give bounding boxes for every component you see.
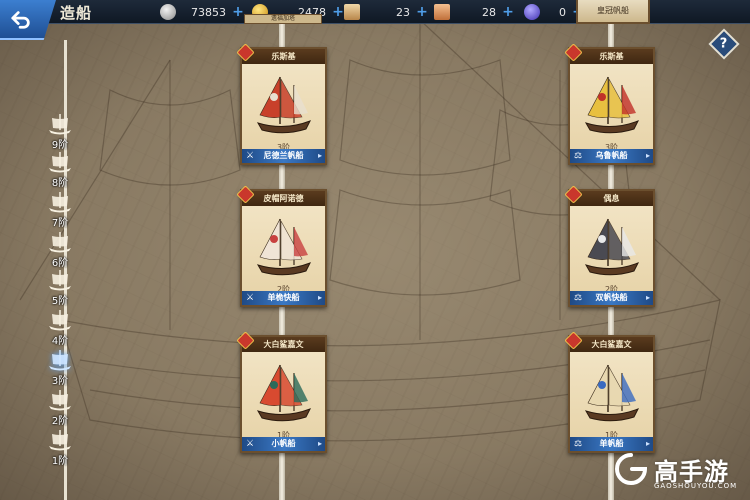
resource-gem: 0 + xyxy=(524,3,584,21)
ship-card[interactable]: 大白鲨嘉文 1阶 ⚔ 小帆船 ▸ xyxy=(236,331,327,453)
resource-scroll: 23 + xyxy=(344,3,428,21)
ship-card-partial-right[interactable]: 皇冠帆船 xyxy=(576,0,650,24)
add-map-button[interactable]: + xyxy=(502,4,514,20)
ship-card-partial-left[interactable]: 遗福加塔 xyxy=(244,14,322,24)
captain-name: 乐斯基 xyxy=(242,49,325,64)
scales-icon: ⚖ xyxy=(573,151,583,161)
captain-name: 乐斯基 xyxy=(570,49,653,64)
swords-icon: ⚔ xyxy=(245,293,255,303)
ship-tier-icon xyxy=(49,114,71,135)
ship-name: 乌鲁帆船 xyxy=(595,151,628,160)
tier-label: 5阶 xyxy=(51,296,69,307)
swords-icon: ⚔ xyxy=(245,439,255,449)
captain-name: 偶息 xyxy=(570,191,653,206)
arrow-right-icon: ▸ xyxy=(317,293,322,302)
ship-tier-icon xyxy=(49,270,71,291)
tier-7[interactable]: 7阶 xyxy=(42,190,78,232)
ship-card[interactable]: 皮帽阿诺德 2阶 ⚔ 单桅快船 ▸ xyxy=(236,185,327,307)
map-icon xyxy=(434,4,450,20)
tier-label: 8阶 xyxy=(51,178,69,189)
ship-image xyxy=(256,218,312,276)
ship-card[interactable]: 乐斯基 3阶 ⚔ 尼德兰帆船 ▸ xyxy=(236,43,327,165)
ship-image xyxy=(256,76,312,134)
arrow-right-icon: ▸ xyxy=(645,293,650,302)
tier-4[interactable]: 4阶 xyxy=(42,308,78,350)
tier-label: 9阶 xyxy=(51,140,69,151)
gem-icon xyxy=(524,4,540,20)
ship-tier-icon xyxy=(49,310,71,331)
ship-tier-icon xyxy=(49,390,71,411)
page-title: 造船 xyxy=(60,4,93,22)
add-silver-button[interactable]: + xyxy=(232,4,244,20)
ship-tier-icon xyxy=(49,232,71,253)
ship-image xyxy=(584,364,640,422)
arrow-right-icon: ▸ xyxy=(645,151,650,160)
watermark: 高手游 GAOSHOUYOU.COM xyxy=(610,448,750,498)
ship-name: 尼德兰帆船 xyxy=(263,151,304,160)
back-arrow-icon xyxy=(11,11,30,29)
ship-tier-icon xyxy=(49,350,71,371)
ship-tier-icon xyxy=(49,430,71,451)
resource-silver: 73853 + xyxy=(160,3,244,21)
tier-1[interactable]: 1阶 xyxy=(42,428,78,470)
scales-icon: ⚖ xyxy=(573,293,583,303)
ship-image xyxy=(584,76,640,134)
ship-card[interactable]: 乐斯基 3阶 ⚖ 乌鲁帆船 ▸ xyxy=(564,43,655,165)
ship-name: 单帆船 xyxy=(599,439,624,448)
swords-icon: ⚔ xyxy=(245,151,255,161)
tier-label: 7阶 xyxy=(51,218,69,229)
captain-name: 皮帽阿诺德 xyxy=(242,191,325,206)
tier-6[interactable]: 6阶 xyxy=(42,230,78,272)
ship-card[interactable]: 偶息 2阶 ⚖ 双帆快船 ▸ xyxy=(564,185,655,307)
arrow-right-icon: ▸ xyxy=(317,439,322,448)
ship-name-bar[interactable]: ⚔ 小帆船 ▸ xyxy=(242,437,325,451)
captain-name: 大白鲨嘉文 xyxy=(242,337,325,352)
tier-5[interactable]: 5阶 xyxy=(42,268,78,310)
ship-name: 小帆船 xyxy=(271,439,296,448)
ship-name-bar[interactable]: ⚖ 乌鲁帆船 ▸ xyxy=(570,149,653,163)
tier-3[interactable]: 3阶 xyxy=(42,348,78,390)
tier-label: 1阶 xyxy=(51,456,69,467)
add-gold-button[interactable]: + xyxy=(332,4,344,20)
ship-name-bar[interactable]: ⚖ 双帆快船 ▸ xyxy=(570,291,653,305)
ship-tier-icon xyxy=(49,152,71,173)
ship-tier-icon xyxy=(49,192,71,213)
tier-8[interactable]: 8阶 xyxy=(42,150,78,192)
tier-2[interactable]: 2阶 xyxy=(42,388,78,430)
ship-name-bar[interactable]: ⚔ 尼德兰帆船 ▸ xyxy=(242,149,325,163)
tier-label: 4阶 xyxy=(51,336,69,347)
ship-name: 单桅快船 xyxy=(267,293,300,302)
gaoshouyou-logo-icon xyxy=(615,453,648,485)
scroll-icon xyxy=(344,4,360,20)
tier-label: 6阶 xyxy=(51,258,69,269)
ship-image xyxy=(256,364,312,422)
tier-9[interactable]: 9阶 xyxy=(42,112,78,154)
resource-map: 28 + xyxy=(434,3,514,21)
tier-label: 3阶 xyxy=(51,376,69,387)
add-scroll-button[interactable]: + xyxy=(416,4,428,20)
captain-name: 大白鲨嘉文 xyxy=(570,337,653,352)
silver-coin-icon xyxy=(160,4,176,20)
ship-image xyxy=(584,218,640,276)
help-icon: ? xyxy=(720,36,728,52)
ship-card[interactable]: 大白鲨嘉文 1阶 ⚖ 单帆船 ▸ xyxy=(564,331,655,453)
tier-label: 2阶 xyxy=(51,416,69,427)
arrow-right-icon: ▸ xyxy=(317,151,322,160)
ship-name-bar[interactable]: ⚔ 单桅快船 ▸ xyxy=(242,291,325,305)
scales-icon: ⚖ xyxy=(573,439,583,449)
ship-name: 双帆快船 xyxy=(595,293,628,302)
